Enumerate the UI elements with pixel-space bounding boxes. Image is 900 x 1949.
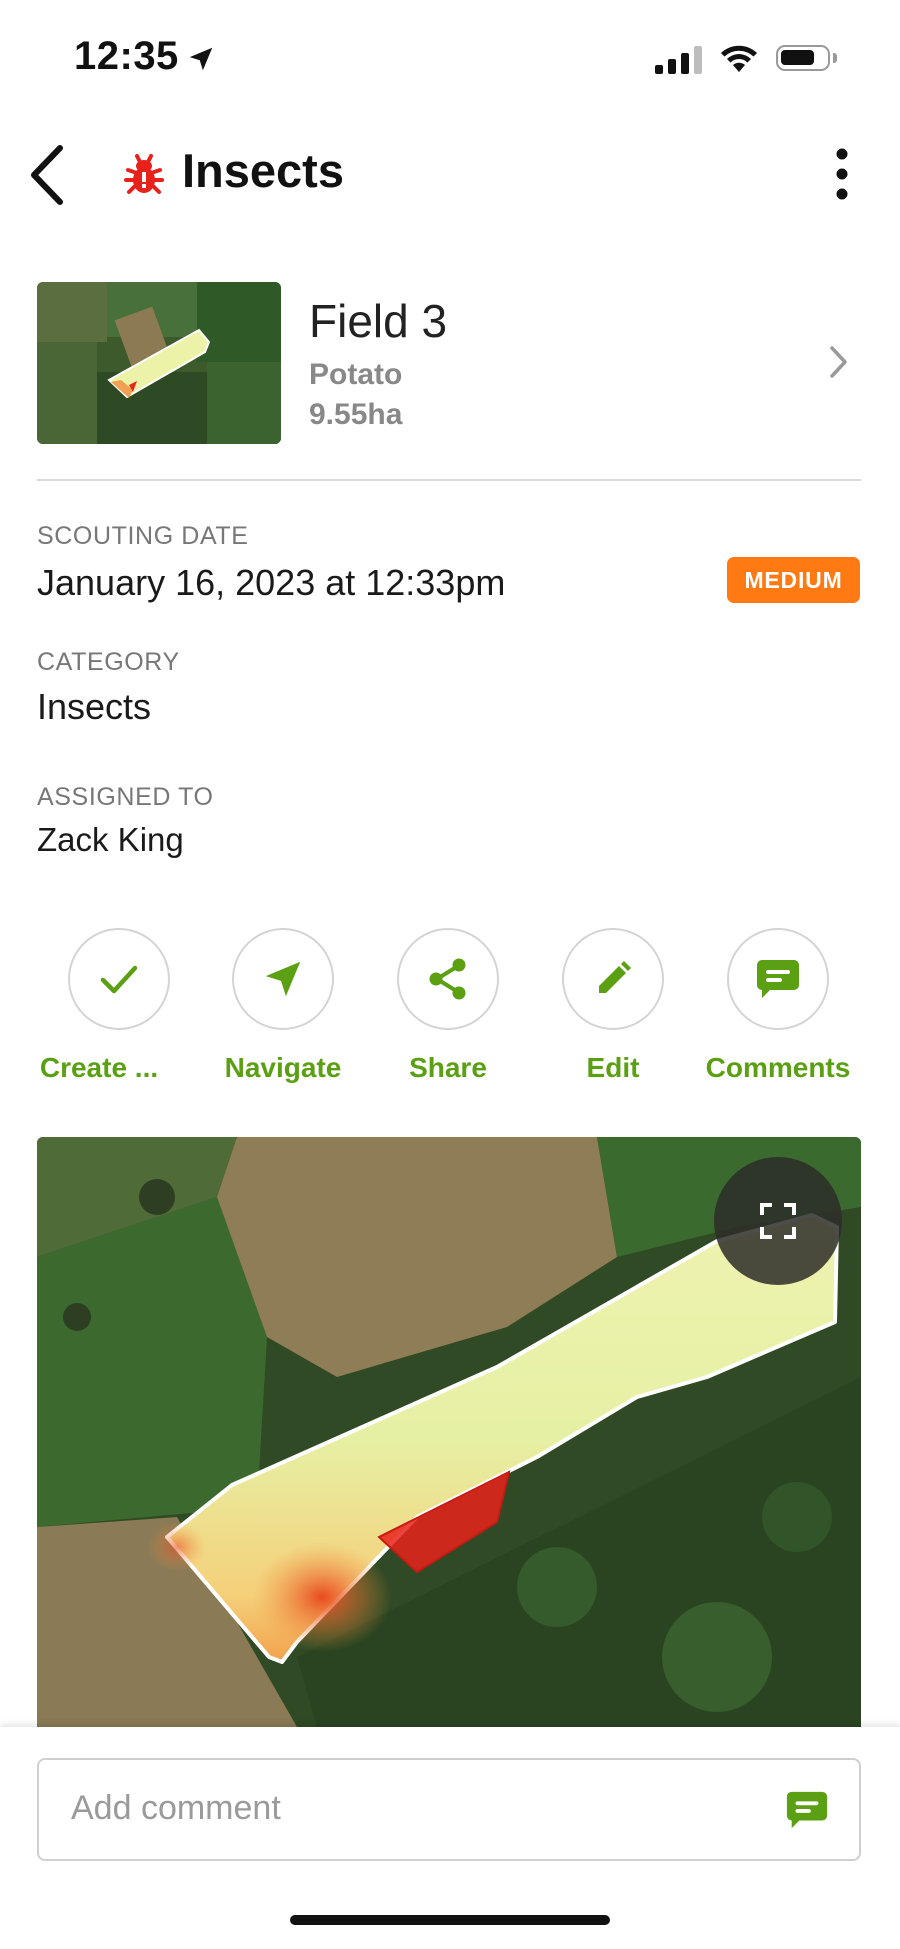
expand-map-button[interactable] bbox=[714, 1157, 842, 1285]
share-button[interactable]: Share bbox=[363, 928, 533, 1084]
share-circle[interactable] bbox=[397, 928, 499, 1030]
chevron-right-icon bbox=[830, 346, 847, 378]
scouting-date: January 16, 2023 at 12:33pm bbox=[37, 562, 506, 603]
create-action-label: Create ... bbox=[39, 1052, 159, 1083]
wifi-icon bbox=[721, 45, 757, 72]
category-label: CATEGORY bbox=[37, 648, 180, 676]
cellular-signal-icon bbox=[655, 46, 702, 74]
edit-label: Edit bbox=[586, 1052, 640, 1083]
share-icon bbox=[429, 958, 466, 1000]
navigate-label: Navigate bbox=[224, 1052, 342, 1083]
battery-nub bbox=[833, 53, 837, 63]
more-options-icon[interactable] bbox=[824, 144, 860, 204]
navigation-arrow-icon bbox=[265, 961, 301, 997]
field-crop: Potato bbox=[309, 358, 403, 391]
page-title: Insects bbox=[182, 144, 344, 197]
edit-button[interactable]: Edit bbox=[528, 928, 698, 1084]
fullscreen-icon bbox=[760, 1203, 796, 1239]
home-indicator bbox=[290, 1915, 610, 1925]
create-action-button[interactable]: Create ... bbox=[34, 928, 204, 1084]
navigate-circle[interactable] bbox=[232, 928, 334, 1030]
field-name: Field 3 bbox=[309, 295, 448, 347]
severity-badge: MEDIUM bbox=[727, 557, 860, 603]
comments-button[interactable]: Comments bbox=[693, 928, 863, 1084]
assigned-to-label: ASSIGNED TO bbox=[37, 783, 214, 811]
battery-icon bbox=[776, 45, 830, 71]
field-card[interactable]: Field 3 Potato 9.55ha bbox=[37, 282, 861, 447]
divider bbox=[37, 479, 861, 481]
check-icon bbox=[100, 965, 138, 994]
assigned-to-value: Zack King bbox=[37, 821, 184, 858]
comments-label: Comments bbox=[705, 1052, 851, 1083]
share-label: Share bbox=[409, 1052, 487, 1083]
field-area: 9.55ha bbox=[309, 398, 403, 431]
comment-bubble-icon bbox=[757, 960, 799, 998]
status-time: 12:35 bbox=[74, 34, 179, 78]
field-thumbnail bbox=[37, 282, 281, 444]
create-action-circle[interactable] bbox=[68, 928, 170, 1030]
comment-box[interactable] bbox=[37, 1758, 861, 1861]
category-value: Insects bbox=[37, 686, 152, 727]
bug-icon bbox=[124, 154, 164, 194]
scouting-date-label: SCOUTING DATE bbox=[37, 522, 249, 550]
comment-input[interactable] bbox=[69, 1788, 733, 1829]
comments-circle[interactable] bbox=[727, 928, 829, 1030]
comment-send-icon[interactable] bbox=[784, 1788, 830, 1832]
back-button[interactable] bbox=[24, 140, 74, 210]
pencil-icon bbox=[599, 961, 631, 993]
location-arrow-icon bbox=[189, 47, 213, 71]
edit-circle[interactable] bbox=[562, 928, 664, 1030]
navigate-button[interactable]: Navigate bbox=[198, 928, 368, 1084]
